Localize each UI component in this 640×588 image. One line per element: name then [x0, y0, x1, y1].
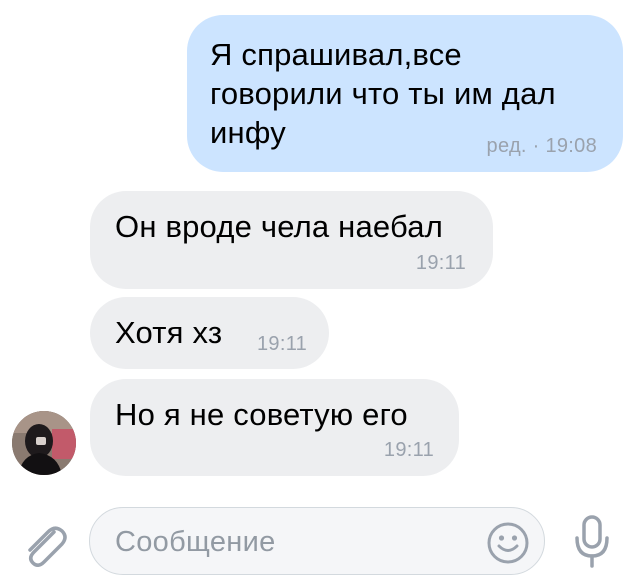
- message-bubble-incoming[interactable]: Но я не советую его 19:11: [90, 379, 459, 476]
- message-time: 19:11: [415, 252, 466, 274]
- message-bubble-incoming[interactable]: Он вроде чела наебал 19:11: [90, 191, 493, 289]
- message-composer: Сообщение: [0, 498, 640, 588]
- message-time: 19:11: [257, 333, 308, 355]
- message-input[interactable]: Сообщение: [89, 507, 545, 575]
- message-time: ред. · 19:08: [486, 135, 597, 157]
- smiley-icon[interactable]: [486, 521, 530, 565]
- sender-avatar[interactable]: [12, 411, 76, 475]
- avatar-image: [12, 411, 76, 475]
- message-bubble-outgoing[interactable]: Я спрашивал,все говорили что ты им дал и…: [187, 15, 623, 172]
- message-text: Хотя хз: [115, 315, 223, 350]
- message-bubble-incoming[interactable]: Хотя хз 19:11: [90, 297, 329, 369]
- message-input-placeholder: Сообщение: [115, 526, 276, 558]
- chat-view: Я спрашивал,все говорили что ты им дал и…: [0, 0, 640, 588]
- message-text: Он вроде чела наебал: [115, 209, 443, 244]
- message-line: говорили что ты им дал: [210, 76, 556, 111]
- microphone-icon[interactable]: [572, 514, 612, 570]
- message-line: Я спрашивал,все: [210, 37, 462, 72]
- paperclip-icon[interactable]: [20, 522, 70, 568]
- message-text: Но я не советую его: [115, 397, 408, 432]
- message-time: 19:11: [383, 439, 434, 461]
